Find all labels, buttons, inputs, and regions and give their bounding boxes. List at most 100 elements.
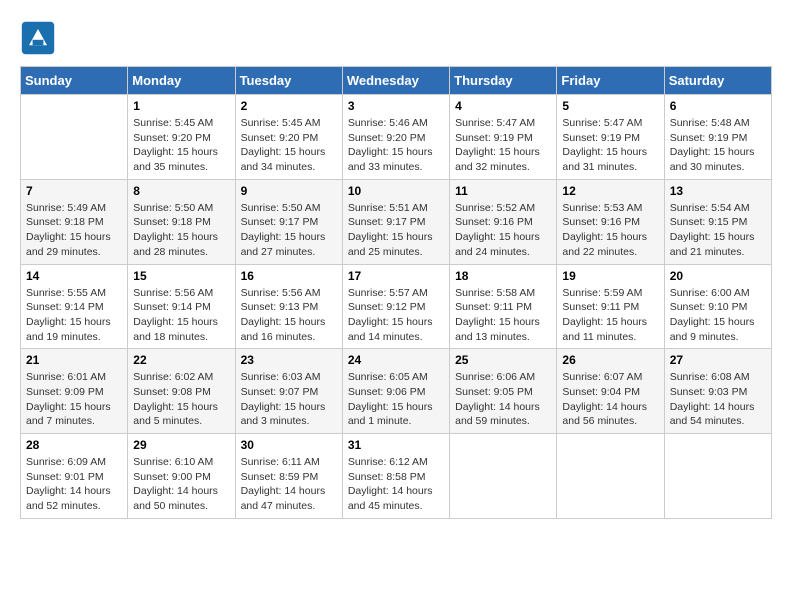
calendar-cell: 20 Sunrise: 6:00 AM Sunset: 9:10 PM Dayli… — [664, 264, 771, 349]
day-number: 3 — [348, 99, 444, 113]
day-info: Sunrise: 5:56 AM Sunset: 9:14 PM Dayligh… — [133, 286, 229, 345]
calendar-cell: 1 Sunrise: 5:45 AM Sunset: 9:20 PM Daylig… — [128, 95, 235, 180]
day-number: 22 — [133, 353, 229, 367]
header-day-monday: Monday — [128, 67, 235, 95]
calendar-cell: 6 Sunrise: 5:48 AM Sunset: 9:19 PM Daylig… — [664, 95, 771, 180]
calendar-cell: 19Sunrise: 5:59 AM Sunset: 9:11 PM Dayli… — [557, 264, 664, 349]
day-number: 28 — [26, 438, 122, 452]
calendar-cell: 14 Sunrise: 5:55 AM Sunset: 9:14 PM Dayli… — [21, 264, 128, 349]
calendar-cell: 27 Sunrise: 6:08 AM Sunset: 9:03 PM Dayli… — [664, 349, 771, 434]
calendar-cell: 13 Sunrise: 5:54 AM Sunset: 9:15 PM Dayli… — [664, 179, 771, 264]
day-number: 8 — [133, 184, 229, 198]
day-info: Sunrise: 6:10 AM Sunset: 9:00 PM Dayligh… — [133, 455, 229, 514]
day-number: 6 — [670, 99, 766, 113]
day-number: 14 — [26, 269, 122, 283]
header-day-wednesday: Wednesday — [342, 67, 449, 95]
logo-icon — [20, 20, 56, 56]
day-info: Sunrise: 5:55 AM Sunset: 9:14 PM Dayligh… — [26, 286, 122, 345]
day-number: 20 — [670, 269, 766, 283]
calendar-cell: 30Sunrise: 6:11 AM Sunset: 8:59 PM Dayli… — [235, 434, 342, 519]
header-day-thursday: Thursday — [450, 67, 557, 95]
day-number: 1 — [133, 99, 229, 113]
day-info: Sunrise: 5:51 AM Sunset: 9:17 PM Dayligh… — [348, 201, 444, 260]
day-info: Sunrise: 5:58 AM Sunset: 9:11 PM Dayligh… — [455, 286, 551, 345]
day-number: 18 — [455, 269, 551, 283]
day-number: 2 — [241, 99, 337, 113]
calendar-week-row: 14 Sunrise: 5:55 AM Sunset: 9:14 PM Dayli… — [21, 264, 772, 349]
day-number: 11 — [455, 184, 551, 198]
day-info: Sunrise: 6:00 AM Sunset: 9:10 PM Dayligh… — [670, 286, 766, 345]
calendar-week-row: 1 Sunrise: 5:45 AM Sunset: 9:20 PM Daylig… — [21, 95, 772, 180]
calendar-cell: 28 Sunrise: 6:09 AM Sunset: 9:01 PM Dayli… — [21, 434, 128, 519]
calendar-cell: 4 Sunrise: 5:47 AM Sunset: 9:19 PM Daylig… — [450, 95, 557, 180]
day-info: Sunrise: 6:08 AM Sunset: 9:03 PM Dayligh… — [670, 370, 766, 429]
day-info: Sunrise: 6:09 AM Sunset: 9:01 PM Dayligh… — [26, 455, 122, 514]
header-day-saturday: Saturday — [664, 67, 771, 95]
day-info: Sunrise: 5:46 AM Sunset: 9:20 PM Dayligh… — [348, 116, 444, 175]
page-header — [20, 20, 772, 56]
day-info: Sunrise: 5:48 AM Sunset: 9:19 PM Dayligh… — [670, 116, 766, 175]
day-info: Sunrise: 5:47 AM Sunset: 9:19 PM Dayligh… — [455, 116, 551, 175]
calendar-cell: 11 Sunrise: 5:52 AM Sunset: 9:16 PM Dayli… — [450, 179, 557, 264]
calendar-cell: 15 Sunrise: 5:56 AM Sunset: 9:14 PM Dayli… — [128, 264, 235, 349]
calendar-cell: 31 Sunrise: 6:12 AM Sunset: 8:58 PM Dayli… — [342, 434, 449, 519]
day-info: Sunrise: 5:47 AM Sunset: 9:19 PM Dayligh… — [562, 116, 658, 175]
header-day-friday: Friday — [557, 67, 664, 95]
day-info: Sunrise: 5:57 AM Sunset: 9:12 PM Dayligh… — [348, 286, 444, 345]
calendar-cell: 23 Sunrise: 6:03 AM Sunset: 9:07 PM Dayli… — [235, 349, 342, 434]
day-info: Sunrise: 5:53 AM Sunset: 9:16 PM Dayligh… — [562, 201, 658, 260]
calendar-cell: 17 Sunrise: 5:57 AM Sunset: 9:12 PM Dayli… — [342, 264, 449, 349]
calendar-cell — [450, 434, 557, 519]
day-info: Sunrise: 6:05 AM Sunset: 9:06 PM Dayligh… — [348, 370, 444, 429]
day-info: Sunrise: 5:50 AM Sunset: 9:17 PM Dayligh… — [241, 201, 337, 260]
calendar-table: SundayMondayTuesdayWednesdayThursdayFrid… — [20, 66, 772, 519]
day-number: 7 — [26, 184, 122, 198]
day-number: 25 — [455, 353, 551, 367]
calendar-cell: 9 Sunrise: 5:50 AM Sunset: 9:17 PM Daylig… — [235, 179, 342, 264]
calendar-cell: 29 Sunrise: 6:10 AM Sunset: 9:00 PM Dayli… — [128, 434, 235, 519]
calendar-cell: 12 Sunrise: 5:53 AM Sunset: 9:16 PM Dayli… — [557, 179, 664, 264]
day-number: 23 — [241, 353, 337, 367]
day-info: Sunrise: 6:06 AM Sunset: 9:05 PM Dayligh… — [455, 370, 551, 429]
calendar-week-row: 21Sunrise: 6:01 AM Sunset: 9:09 PM Dayli… — [21, 349, 772, 434]
day-info: Sunrise: 6:07 AM Sunset: 9:04 PM Dayligh… — [562, 370, 658, 429]
calendar-week-row: 28 Sunrise: 6:09 AM Sunset: 9:01 PM Dayli… — [21, 434, 772, 519]
day-number: 24 — [348, 353, 444, 367]
day-number: 12 — [562, 184, 658, 198]
day-number: 9 — [241, 184, 337, 198]
day-number: 21 — [26, 353, 122, 367]
day-info: Sunrise: 5:54 AM Sunset: 9:15 PM Dayligh… — [670, 201, 766, 260]
header-day-sunday: Sunday — [21, 67, 128, 95]
day-number: 13 — [670, 184, 766, 198]
calendar-cell: 2 Sunrise: 5:45 AM Sunset: 9:20 PM Daylig… — [235, 95, 342, 180]
day-info: Sunrise: 5:45 AM Sunset: 9:20 PM Dayligh… — [241, 116, 337, 175]
calendar-cell — [664, 434, 771, 519]
day-info: Sunrise: 6:03 AM Sunset: 9:07 PM Dayligh… — [241, 370, 337, 429]
day-number: 27 — [670, 353, 766, 367]
calendar-week-row: 7Sunrise: 5:49 AM Sunset: 9:18 PM Daylig… — [21, 179, 772, 264]
calendar-cell — [557, 434, 664, 519]
day-number: 4 — [455, 99, 551, 113]
calendar-cell: 21Sunrise: 6:01 AM Sunset: 9:09 PM Dayli… — [21, 349, 128, 434]
day-number: 30 — [241, 438, 337, 452]
calendar-cell: 22Sunrise: 6:02 AM Sunset: 9:08 PM Dayli… — [128, 349, 235, 434]
day-info: Sunrise: 5:45 AM Sunset: 9:20 PM Dayligh… — [133, 116, 229, 175]
day-info: Sunrise: 5:50 AM Sunset: 9:18 PM Dayligh… — [133, 201, 229, 260]
calendar-cell: 26 Sunrise: 6:07 AM Sunset: 9:04 PM Dayli… — [557, 349, 664, 434]
calendar-cell: 8 Sunrise: 5:50 AM Sunset: 9:18 PM Daylig… — [128, 179, 235, 264]
logo — [20, 20, 60, 56]
day-number: 10 — [348, 184, 444, 198]
day-number: 29 — [133, 438, 229, 452]
calendar-header-row: SundayMondayTuesdayWednesdayThursdayFrid… — [21, 67, 772, 95]
calendar-cell: 10 Sunrise: 5:51 AM Sunset: 9:17 PM Dayli… — [342, 179, 449, 264]
day-number: 31 — [348, 438, 444, 452]
day-number: 17 — [348, 269, 444, 283]
day-info: Sunrise: 5:56 AM Sunset: 9:13 PM Dayligh… — [241, 286, 337, 345]
header-day-tuesday: Tuesday — [235, 67, 342, 95]
day-info: Sunrise: 5:52 AM Sunset: 9:16 PM Dayligh… — [455, 201, 551, 260]
day-number: 26 — [562, 353, 658, 367]
calendar-cell: 16Sunrise: 5:56 AM Sunset: 9:13 PM Dayli… — [235, 264, 342, 349]
day-number: 15 — [133, 269, 229, 283]
day-info: Sunrise: 6:12 AM Sunset: 8:58 PM Dayligh… — [348, 455, 444, 514]
calendar-cell — [21, 95, 128, 180]
